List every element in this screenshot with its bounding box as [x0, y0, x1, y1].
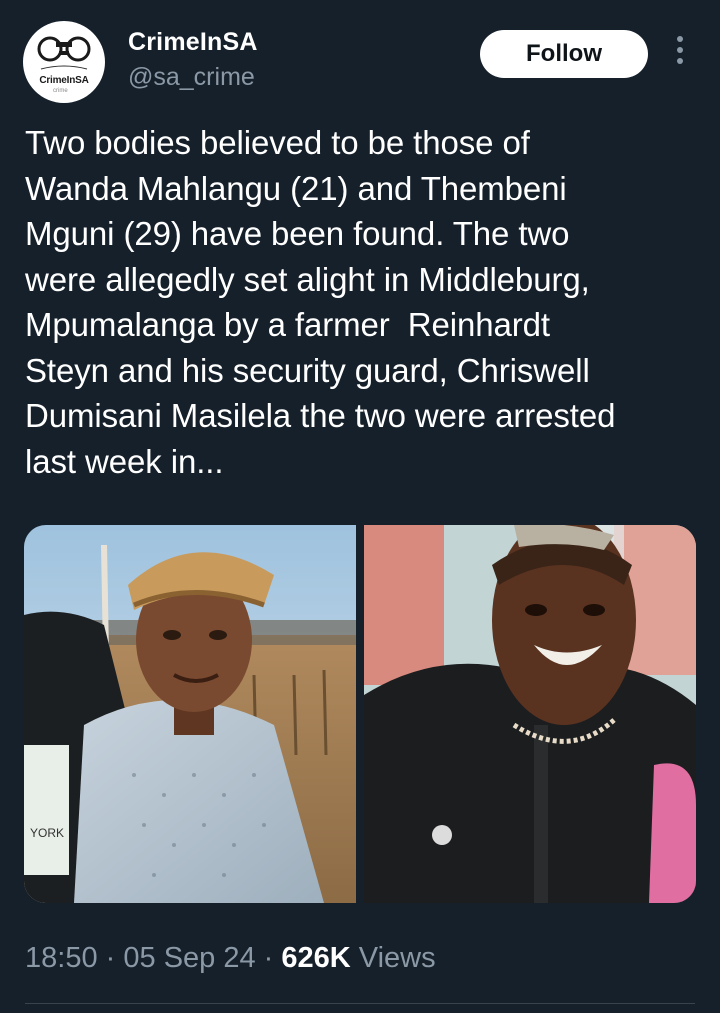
tweet-date[interactable]: 05 Sep 24	[123, 942, 255, 974]
tweet-media[interactable]: YORK	[24, 525, 696, 903]
views-label: Views	[358, 942, 436, 974]
avatar-logo-subtext: crime	[53, 88, 68, 94]
tweet-text-line: Mguni (29) have been found. The two	[25, 215, 570, 252]
tweet-time[interactable]: 18:50	[25, 942, 98, 974]
tweet-text-line: Steyn and his security guard, Chriswell	[25, 351, 590, 389]
divider	[25, 1003, 695, 1004]
display-name[interactable]: CrimeInSA	[128, 28, 258, 57]
avatar[interactable]: CrimeInSA crime	[23, 21, 105, 103]
tweet-text-line: Dumisani Masilela the two were arrested	[25, 397, 616, 434]
photo-caption: YORK	[30, 826, 64, 840]
tweet-text: Two bodies believed to be those of Wanda …	[25, 120, 705, 484]
tweet-text-line: Wanda Mahlangu (21) and Thembeni	[25, 169, 567, 207]
views-count: 626K	[281, 942, 351, 974]
meta-separator: ·	[263, 942, 274, 974]
tweet-meta: 18:50 · 05 Sep 24 · 626K Views	[25, 942, 436, 975]
tweet-text-line: last week in...	[25, 442, 224, 480]
tweet-text-line: Two bodies believed to be those of	[25, 124, 530, 161]
follow-button[interactable]: Follow	[480, 30, 648, 78]
tweet-header: CrimeInSA crime CrimeInSA @sa_crime Foll…	[0, 0, 720, 120]
tweet-text-line: Mpumalanga by a farmer Reinhardt	[25, 306, 550, 343]
photo-right[interactable]	[364, 525, 696, 903]
photo-left[interactable]: YORK	[24, 525, 356, 903]
more-vertical-icon[interactable]	[670, 36, 690, 72]
tweet-text-line: were allegedly set alight in Middleburg,	[25, 260, 590, 298]
meta-separator: ·	[105, 942, 116, 974]
user-handle[interactable]: @sa_crime	[128, 63, 255, 92]
avatar-logo-text: CrimeInSA	[39, 75, 89, 86]
